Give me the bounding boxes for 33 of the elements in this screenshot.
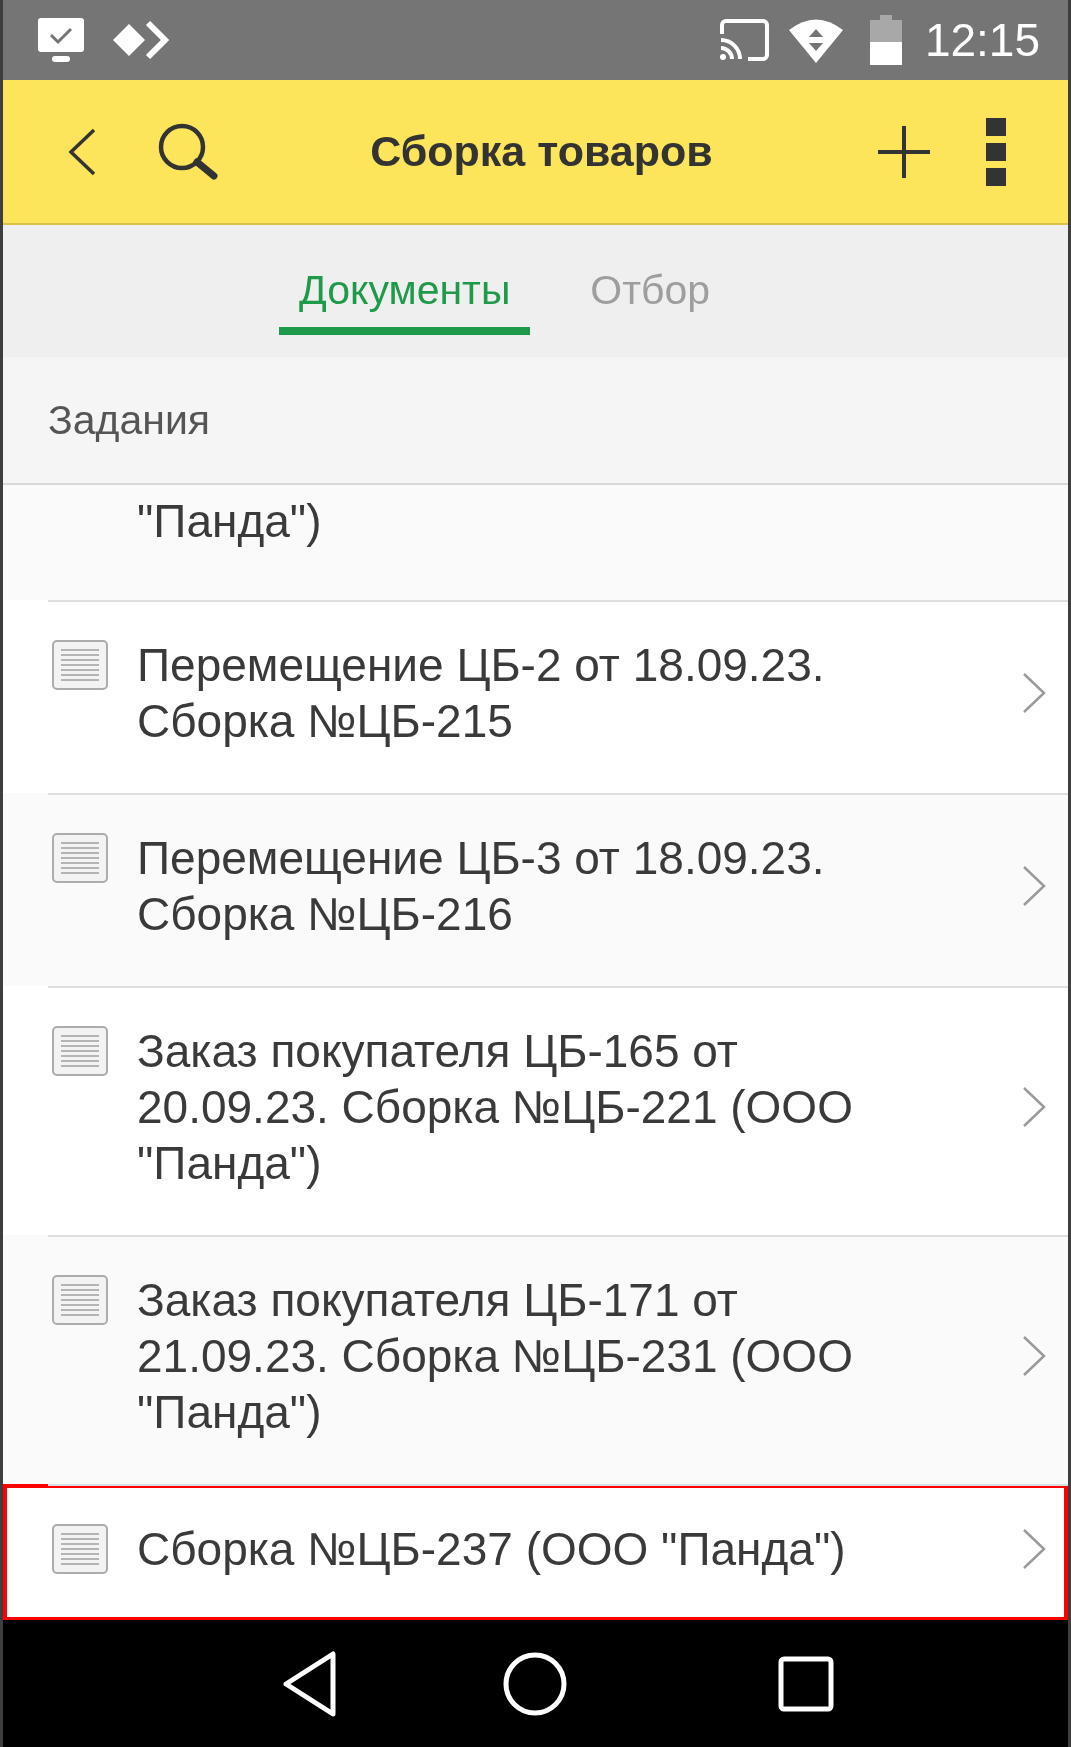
chevron-right-icon — [1022, 1528, 1046, 1570]
item-text: "Панда") — [137, 494, 322, 549]
item-text: Перемещение ЦБ-2 от 18.09.23. Сборка №ЦБ-215 — [137, 638, 826, 749]
chevron-right-icon — [1022, 865, 1046, 907]
document-icon — [52, 640, 108, 690]
circle-icon[interactable] — [503, 1651, 567, 1716]
search-icon[interactable] — [157, 122, 219, 181]
document-icon — [52, 1275, 108, 1325]
triangle-icon[interactable] — [281, 1649, 337, 1718]
status-time: 12:15 — [924, 17, 1040, 63]
menu-icon[interactable] — [986, 117, 1006, 186]
chevron-right-icon — [1022, 672, 1046, 714]
section-title: Задания — [48, 396, 211, 444]
document-icon — [52, 833, 108, 883]
list-item[interactable]: "Панда") — [3, 485, 1068, 600]
list-item[interactable]: Сборка №ЦБ-237 (ООО "Панда") — [3, 1484, 1068, 1620]
item-text: Заказ покупателя ЦБ-165 от 20.09.23. Сборка №ЦБ-221 (ООО "Панда") — [137, 1024, 854, 1191]
item-text: Перемещение ЦБ-3 от 18.09.23. Сборка №ЦБ-216 — [137, 831, 826, 942]
item-text: Сборка №ЦБ-237 (ООО "Панда") — [137, 1522, 847, 1577]
list-item[interactable]: Заказ покупателя ЦБ-171 от 21.09.23. Сборка №ЦБ-231 (ООО "Панда") — [3, 1235, 1068, 1484]
plus-icon[interactable] — [878, 125, 930, 178]
battery-icon — [868, 15, 903, 65]
document-icon — [52, 1524, 108, 1574]
list-item[interactable]: Перемещение ЦБ-3 от 18.09.23. Сборка №ЦБ-216 — [3, 793, 1068, 986]
item-text: Заказ покупателя ЦБ-171 от 21.09.23. Сборка №ЦБ-231 (ООО "Панда") — [137, 1273, 854, 1440]
chevron-right-icon — [1022, 1335, 1046, 1377]
document-icon — [52, 1026, 108, 1076]
toolbar-title: Сборка товаров — [369, 127, 714, 176]
chevron-right-icon — [1022, 1086, 1046, 1128]
cast-icon — [717, 18, 770, 62]
monitor-check-icon — [37, 17, 85, 63]
back-icon[interactable] — [67, 127, 97, 176]
square-icon[interactable] — [778, 1655, 834, 1712]
